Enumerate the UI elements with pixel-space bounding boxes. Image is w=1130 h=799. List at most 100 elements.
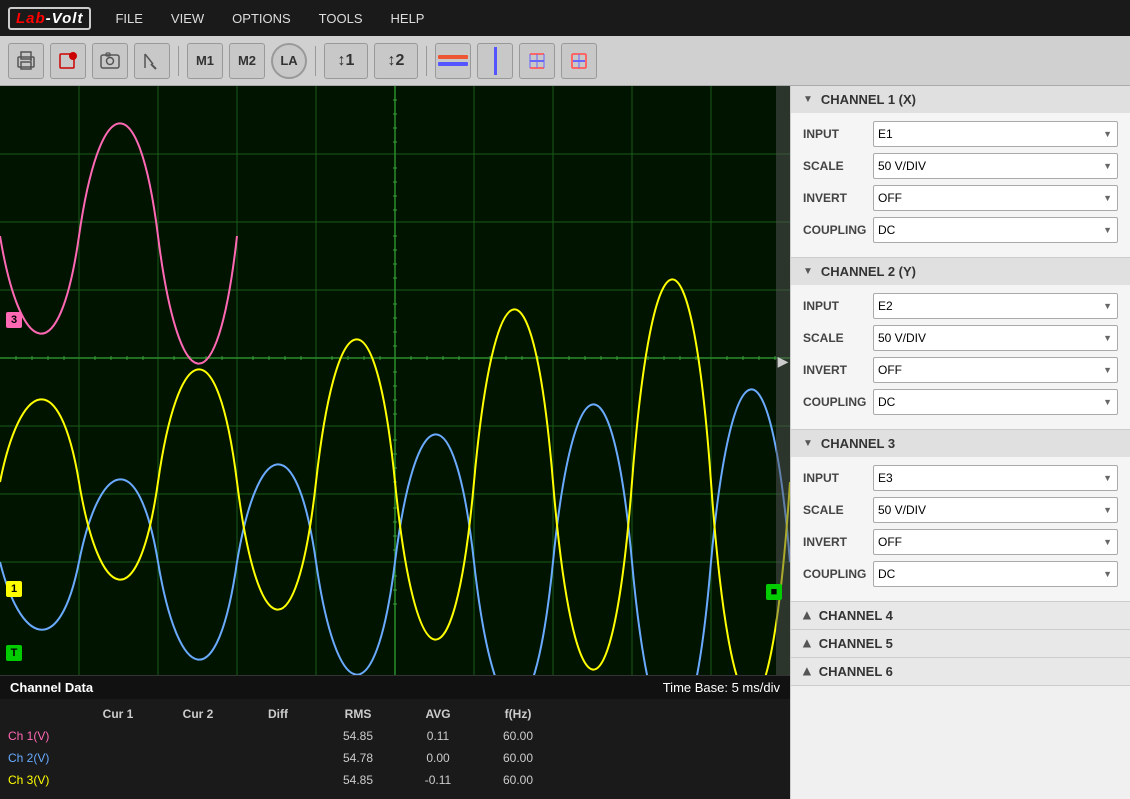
ch4-collapse-arrow: ▶	[801, 612, 812, 620]
ch2-title: CHANNEL 2 (Y)	[821, 264, 916, 279]
menu-file[interactable]: FILE	[111, 9, 146, 28]
ch1-avg: 0.11	[398, 729, 478, 743]
ch1-section: ▼ CHANNEL 1 (X) INPUT E1E2E3 SCALE	[791, 86, 1130, 258]
scope-panel: ▶ 3 1 ■ T Channel Data Time Base: 5 ms/d…	[0, 86, 790, 799]
color-lines-icon	[438, 55, 468, 66]
right-panel: ▼ CHANNEL 1 (X) INPUT E1E2E3 SCALE	[790, 86, 1130, 799]
m1-button[interactable]: M1	[187, 43, 223, 79]
ch3-input-row: INPUT E1E2E3	[803, 465, 1118, 491]
ch2-scale-wrapper: 50 V/DIV	[873, 325, 1118, 351]
ch1-coupling-row: COUPLING DCACGND	[803, 217, 1118, 243]
ch2-input-select[interactable]: E1E2E3	[873, 293, 1118, 319]
ch1-coupling-wrapper: DCACGND	[873, 217, 1118, 243]
ch2-scale-row: SCALE 50 V/DIV	[803, 325, 1118, 351]
m2-button[interactable]: M2	[229, 43, 265, 79]
ch2-coupling-label: COUPLING	[803, 395, 873, 409]
header-cur2: Cur 2	[158, 707, 238, 721]
header-fhz: f(Hz)	[478, 707, 558, 721]
ch1-collapse-arrow: ▼	[803, 94, 813, 105]
table-row: Ch 3(V) 54.85 -0.11 60.00	[8, 769, 782, 791]
divider1	[178, 46, 179, 76]
toolbar: M1 M2 LA ↕1 ↕2	[0, 36, 1130, 86]
ch3-input-select[interactable]: E1E2E3	[873, 465, 1118, 491]
ch3-invert-label: INVERT	[803, 535, 873, 549]
ch1-invert-select[interactable]: OFFON	[873, 185, 1118, 211]
status-bar: Channel Data Time Base: 5 ms/div	[0, 675, 790, 699]
ch2-section-header[interactable]: ▼ CHANNEL 2 (Y)	[791, 258, 1130, 285]
ch3-scale-label: SCALE	[803, 503, 873, 517]
ch2-coupling-row: COUPLING DCACGND	[803, 389, 1118, 415]
ch2-body: INPUT E1E2E3 SCALE 50 V/DIV	[791, 285, 1130, 429]
ch1-scale-select[interactable]: 50 V/DIV20 V/DIV10 V/DIV	[873, 153, 1118, 179]
ch1-coupling-select[interactable]: DCACGND	[873, 217, 1118, 243]
ch6-title: CHANNEL 6	[819, 664, 893, 679]
ch3-scale-row: SCALE 50 V/DIV	[803, 497, 1118, 523]
ch1-rms: 54.85	[318, 729, 398, 743]
ch3-section-header[interactable]: ▼ CHANNEL 3	[791, 430, 1130, 457]
cursor-button[interactable]	[134, 43, 170, 79]
header-avg: AVG	[398, 707, 478, 721]
menu-tools[interactable]: TOOLS	[315, 9, 367, 28]
grid1-button[interactable]	[519, 43, 555, 79]
menu-options[interactable]: OPTIONS	[228, 9, 295, 28]
header-diff: Diff	[238, 707, 318, 721]
arrow2-button[interactable]: ↕2	[374, 43, 418, 79]
ch4-section-header[interactable]: ▶ CHANNEL 4	[791, 602, 1130, 629]
ch2-coupling-select[interactable]: DCACGND	[873, 389, 1118, 415]
header-rms: RMS	[318, 707, 398, 721]
cursor-icon	[141, 50, 163, 72]
scope-screen[interactable]: ▶ 3 1 ■ T	[0, 86, 790, 675]
print-button[interactable]	[8, 43, 44, 79]
la-button[interactable]: LA	[271, 43, 307, 79]
ch3-input-label: INPUT	[803, 471, 873, 485]
ch5-title: CHANNEL 5	[819, 636, 893, 651]
ch2-invert-select[interactable]: OFFON	[873, 357, 1118, 383]
ch4-title: CHANNEL 4	[819, 608, 893, 623]
record-button[interactable]	[50, 43, 86, 79]
ch6-section-header[interactable]: ▶ CHANNEL 6	[791, 658, 1130, 685]
table-row: Ch 2(V) 54.78 0.00 60.00	[8, 747, 782, 769]
time-base-label: Time Base: 5 ms/div	[663, 680, 780, 695]
ch1-badge: 3	[6, 312, 22, 328]
ch1-section-header[interactable]: ▼ CHANNEL 1 (X)	[791, 86, 1130, 113]
color-lines-button[interactable]	[435, 43, 471, 79]
ch2-scale-select[interactable]: 50 V/DIV	[873, 325, 1118, 351]
header-cur1: Cur 1	[78, 707, 158, 721]
vlines-button[interactable]	[477, 43, 513, 79]
scope-grid: ▶	[0, 86, 790, 675]
grid2-button[interactable]	[561, 43, 597, 79]
ch1-invert-wrapper: OFFON	[873, 185, 1118, 211]
ch1-input-select[interactable]: E1E2E3	[873, 121, 1118, 147]
ch3-invert-select[interactable]: OFFON	[873, 529, 1118, 555]
menu-view[interactable]: VIEW	[167, 9, 208, 28]
arrow1-button[interactable]: ↕1	[324, 43, 368, 79]
ch3-input-wrapper: E1E2E3	[873, 465, 1118, 491]
ch2-fhz: 60.00	[478, 751, 558, 765]
ch1-invert-label: INVERT	[803, 191, 873, 205]
ch3-badge: ■	[766, 584, 782, 600]
ch2-invert-label: INVERT	[803, 363, 873, 377]
ch3-coupling-select[interactable]: DCACGND	[873, 561, 1118, 587]
table-row: Ch 1(V) 54.85 0.11 60.00	[8, 725, 782, 747]
data-table: Cur 1 Cur 2 Diff RMS AVG f(Hz) Ch 1(V) 5…	[0, 699, 790, 799]
ch3-title: CHANNEL 3	[821, 436, 895, 451]
vlines-icon	[494, 47, 497, 75]
ch3-body: INPUT E1E2E3 SCALE 50 V/DIV	[791, 457, 1130, 601]
ch3-coupling-row: COUPLING DCACGND	[803, 561, 1118, 587]
ch5-section: ▶ CHANNEL 5	[791, 630, 1130, 658]
print-icon	[15, 50, 37, 72]
menu-help[interactable]: HELP	[387, 9, 429, 28]
ch2-coupling-wrapper: DCACGND	[873, 389, 1118, 415]
ch1-input-wrapper: E1E2E3	[873, 121, 1118, 147]
ch3-scale-wrapper: 50 V/DIV	[873, 497, 1118, 523]
ch3-scale-select[interactable]: 50 V/DIV	[873, 497, 1118, 523]
ch3-avg: -0.11	[398, 773, 478, 787]
ch1-input-row: INPUT E1E2E3	[803, 121, 1118, 147]
ch3-coupling-wrapper: DCACGND	[873, 561, 1118, 587]
ch3-section: ▼ CHANNEL 3 INPUT E1E2E3 SCALE	[791, 430, 1130, 602]
snapshot-button[interactable]	[92, 43, 128, 79]
ch5-section-header[interactable]: ▶ CHANNEL 5	[791, 630, 1130, 657]
divider3	[426, 46, 427, 76]
ch3-coupling-label: COUPLING	[803, 567, 873, 581]
ch2-collapse-arrow: ▼	[803, 266, 813, 277]
